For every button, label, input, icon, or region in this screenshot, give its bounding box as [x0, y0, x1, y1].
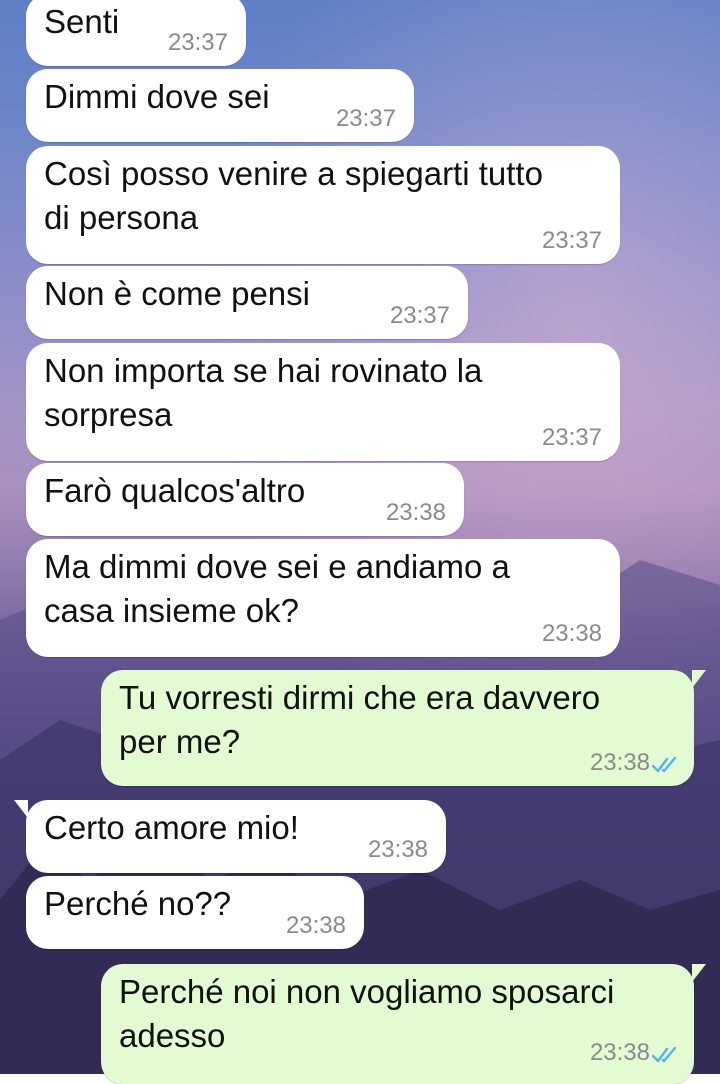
bubble-tail [692, 964, 706, 982]
message-bubble-incoming[interactable]: Dimmi dove sei 23:37 [26, 69, 414, 142]
double-check-icon [652, 756, 677, 773]
double-check-icon [652, 1046, 677, 1063]
message-time: 23:38 [541, 620, 602, 647]
message-time: 23:38 [589, 1039, 650, 1066]
message-text: di persona [44, 199, 199, 236]
message-text: sorpresa [44, 396, 173, 433]
message-bubble-incoming[interactable]: Farò qualcos'altro 23:38 [26, 463, 464, 536]
bubble-tail [692, 670, 706, 688]
message-text: Ma dimmi dove sei e andiamo a [44, 548, 510, 585]
message-bubble-incoming[interactable]: Così posso venire a spiegarti tutto di p… [26, 146, 620, 264]
message-bubble-incoming[interactable]: Certo amore mio! 23:38 [14, 800, 446, 873]
message-bubble-outgoing[interactable]: Tu vorresti dirmi che era davvero per me… [101, 670, 706, 786]
message-time: 23:37 [541, 424, 602, 451]
message-text: Tu vorresti dirmi che era davvero [119, 679, 601, 716]
message-time: 23:38 [367, 836, 428, 863]
message-time: 23:38 [589, 749, 650, 776]
message-time: 23:37 [167, 29, 228, 56]
message-bubble-incoming[interactable]: Senti 23:37 [26, 0, 246, 66]
message-text: Perché noi non vogliamo sposarci [119, 973, 615, 1010]
message-bubble-outgoing[interactable]: Perché noi non vogliamo sposarci adesso … [101, 964, 706, 1084]
message-time: 23:37 [389, 302, 450, 329]
message-bubble-incoming[interactable]: Non importa se hai rovinato la sorpresa … [26, 343, 620, 461]
message-text: casa insieme ok? [44, 592, 299, 629]
bubble-tail [14, 800, 28, 818]
message-time: 23:37 [335, 105, 396, 132]
message-text: Così posso venire a spiegarti tutto [44, 155, 543, 192]
message-text: Non importa se hai rovinato la [44, 352, 483, 389]
message-bubble-incoming[interactable]: Perché no?? 23:38 [26, 876, 364, 949]
message-time: 23:38 [285, 912, 346, 939]
message-bubble-incoming[interactable]: Non è come pensi 23:37 [26, 266, 468, 339]
message-list[interactable]: Senti 23:37 Dimmi dove sei 23:37 Così po… [0, 0, 720, 1084]
message-time: 23:37 [541, 227, 602, 254]
message-bubble-incoming[interactable]: Ma dimmi dove sei e andiamo a casa insie… [26, 539, 620, 657]
message-time: 23:38 [385, 499, 446, 526]
